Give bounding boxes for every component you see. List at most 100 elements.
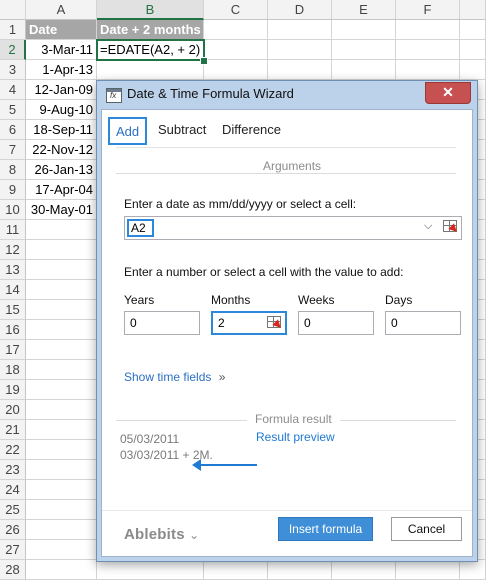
row-header[interactable]: 23 [0, 460, 26, 480]
ablebits-logo[interactable]: Ablebits ⌄ [124, 526, 199, 543]
row-header[interactable]: 8 [0, 160, 26, 180]
row-header[interactable]: 4 [0, 80, 26, 100]
cell[interactable] [332, 560, 396, 580]
weeks-input[interactable]: 0 [298, 311, 374, 335]
date-cell[interactable]: 9-Aug-10 [26, 100, 97, 120]
column-header-d[interactable]: D [268, 0, 332, 20]
cell[interactable] [396, 60, 460, 80]
cell[interactable] [460, 40, 486, 60]
cell[interactable] [26, 320, 97, 340]
cell[interactable] [204, 40, 268, 60]
cell[interactable] [332, 40, 396, 60]
days-input[interactable]: 0 [385, 311, 461, 335]
column-header-g[interactable] [460, 0, 486, 20]
cell[interactable] [26, 560, 97, 580]
cell[interactable] [268, 60, 332, 80]
cell[interactable] [332, 20, 396, 40]
row-header[interactable]: 10 [0, 200, 26, 220]
date-cell[interactable]: 22-Nov-12 [26, 140, 97, 160]
close-button[interactable]: ✕ [425, 82, 471, 104]
insert-formula-button[interactable]: Insert formula [278, 517, 373, 541]
row-header[interactable]: 14 [0, 280, 26, 300]
date-cell[interactable]: 12-Jan-09 [26, 80, 97, 100]
date-cell[interactable]: 3-Mar-11 [26, 40, 97, 60]
date-cell[interactable]: 17-Apr-04 [26, 180, 97, 200]
cell[interactable] [26, 520, 97, 540]
cell[interactable] [26, 220, 97, 240]
cell[interactable] [97, 60, 204, 80]
cell[interactable] [268, 40, 332, 60]
cell[interactable] [26, 340, 97, 360]
select-all-corner[interactable] [0, 0, 26, 20]
cell[interactable] [26, 300, 97, 320]
row-header[interactable]: 13 [0, 260, 26, 280]
show-time-fields-link[interactable]: Show time fields » [124, 370, 225, 384]
cell[interactable] [460, 560, 486, 580]
cell[interactable] [204, 20, 268, 40]
cell[interactable] [204, 560, 268, 580]
years-input[interactable]: 0 [124, 311, 200, 335]
cell[interactable] [26, 380, 97, 400]
row-header[interactable]: 19 [0, 380, 26, 400]
column-header-b[interactable]: B [97, 0, 204, 20]
cell[interactable] [460, 20, 486, 40]
cell[interactable] [332, 60, 396, 80]
row-header[interactable]: 16 [0, 320, 26, 340]
cell[interactable] [26, 540, 97, 560]
column-header-c[interactable]: C [204, 0, 268, 20]
row-header[interactable]: 22 [0, 440, 26, 460]
row-header[interactable]: 28 [0, 560, 26, 580]
cell[interactable] [26, 480, 97, 500]
row-header[interactable]: 25 [0, 500, 26, 520]
header-date-plus-2-months[interactable]: Date + 2 months [97, 20, 204, 40]
date-input[interactable]: A2 [124, 216, 462, 240]
cell[interactable] [268, 20, 332, 40]
tab-subtract[interactable]: Subtract [152, 117, 212, 145]
cell[interactable] [26, 260, 97, 280]
cell[interactable] [26, 440, 97, 460]
row-header[interactable]: 1 [0, 20, 26, 40]
row-header[interactable]: 12 [0, 240, 26, 260]
column-header-e[interactable]: E [332, 0, 396, 20]
row-header[interactable]: 20 [0, 400, 26, 420]
column-header-f[interactable]: F [396, 0, 460, 20]
cell[interactable] [204, 60, 268, 80]
cell[interactable] [268, 560, 332, 580]
fill-handle[interactable] [200, 57, 208, 65]
row-header[interactable]: 26 [0, 520, 26, 540]
cell[interactable] [26, 460, 97, 480]
tab-difference[interactable]: Difference [216, 117, 287, 145]
cell[interactable] [460, 60, 486, 80]
cancel-button[interactable]: Cancel [391, 517, 462, 541]
date-cell[interactable]: 26-Jan-13 [26, 160, 97, 180]
row-header[interactable]: 3 [0, 60, 26, 80]
cell[interactable] [26, 400, 97, 420]
row-header[interactable]: 21 [0, 420, 26, 440]
row-header[interactable]: 6 [0, 120, 26, 140]
cell[interactable] [26, 240, 97, 260]
months-cell-picker-icon[interactable] [267, 316, 284, 331]
row-header[interactable]: 17 [0, 340, 26, 360]
cell[interactable] [26, 360, 97, 380]
header-date[interactable]: Date [26, 20, 97, 40]
row-header[interactable]: 24 [0, 480, 26, 500]
row-header[interactable]: 15 [0, 300, 26, 320]
tab-add[interactable]: Add [108, 117, 148, 145]
date-cell-picker-icon[interactable] [443, 220, 460, 235]
date-cell[interactable]: 18-Sep-11 [26, 120, 97, 140]
row-header[interactable]: 11 [0, 220, 26, 240]
date-cell[interactable]: 1-Apr-13 [26, 60, 97, 80]
cell[interactable] [97, 560, 204, 580]
cell[interactable] [396, 20, 460, 40]
column-header-a[interactable]: A [26, 0, 97, 20]
row-header[interactable]: 27 [0, 540, 26, 560]
cell[interactable] [26, 280, 97, 300]
row-header[interactable]: 5 [0, 100, 26, 120]
cell[interactable] [396, 40, 460, 60]
row-header[interactable]: 18 [0, 360, 26, 380]
dialog-titlebar[interactable]: Date & Time Formula Wizard ✕ [97, 81, 477, 109]
date-cell[interactable]: 30-May-01 [26, 200, 97, 220]
cell[interactable] [26, 420, 97, 440]
date-dropdown-chevron-icon[interactable]: ⌵ [424, 220, 432, 233]
cell[interactable] [396, 560, 460, 580]
